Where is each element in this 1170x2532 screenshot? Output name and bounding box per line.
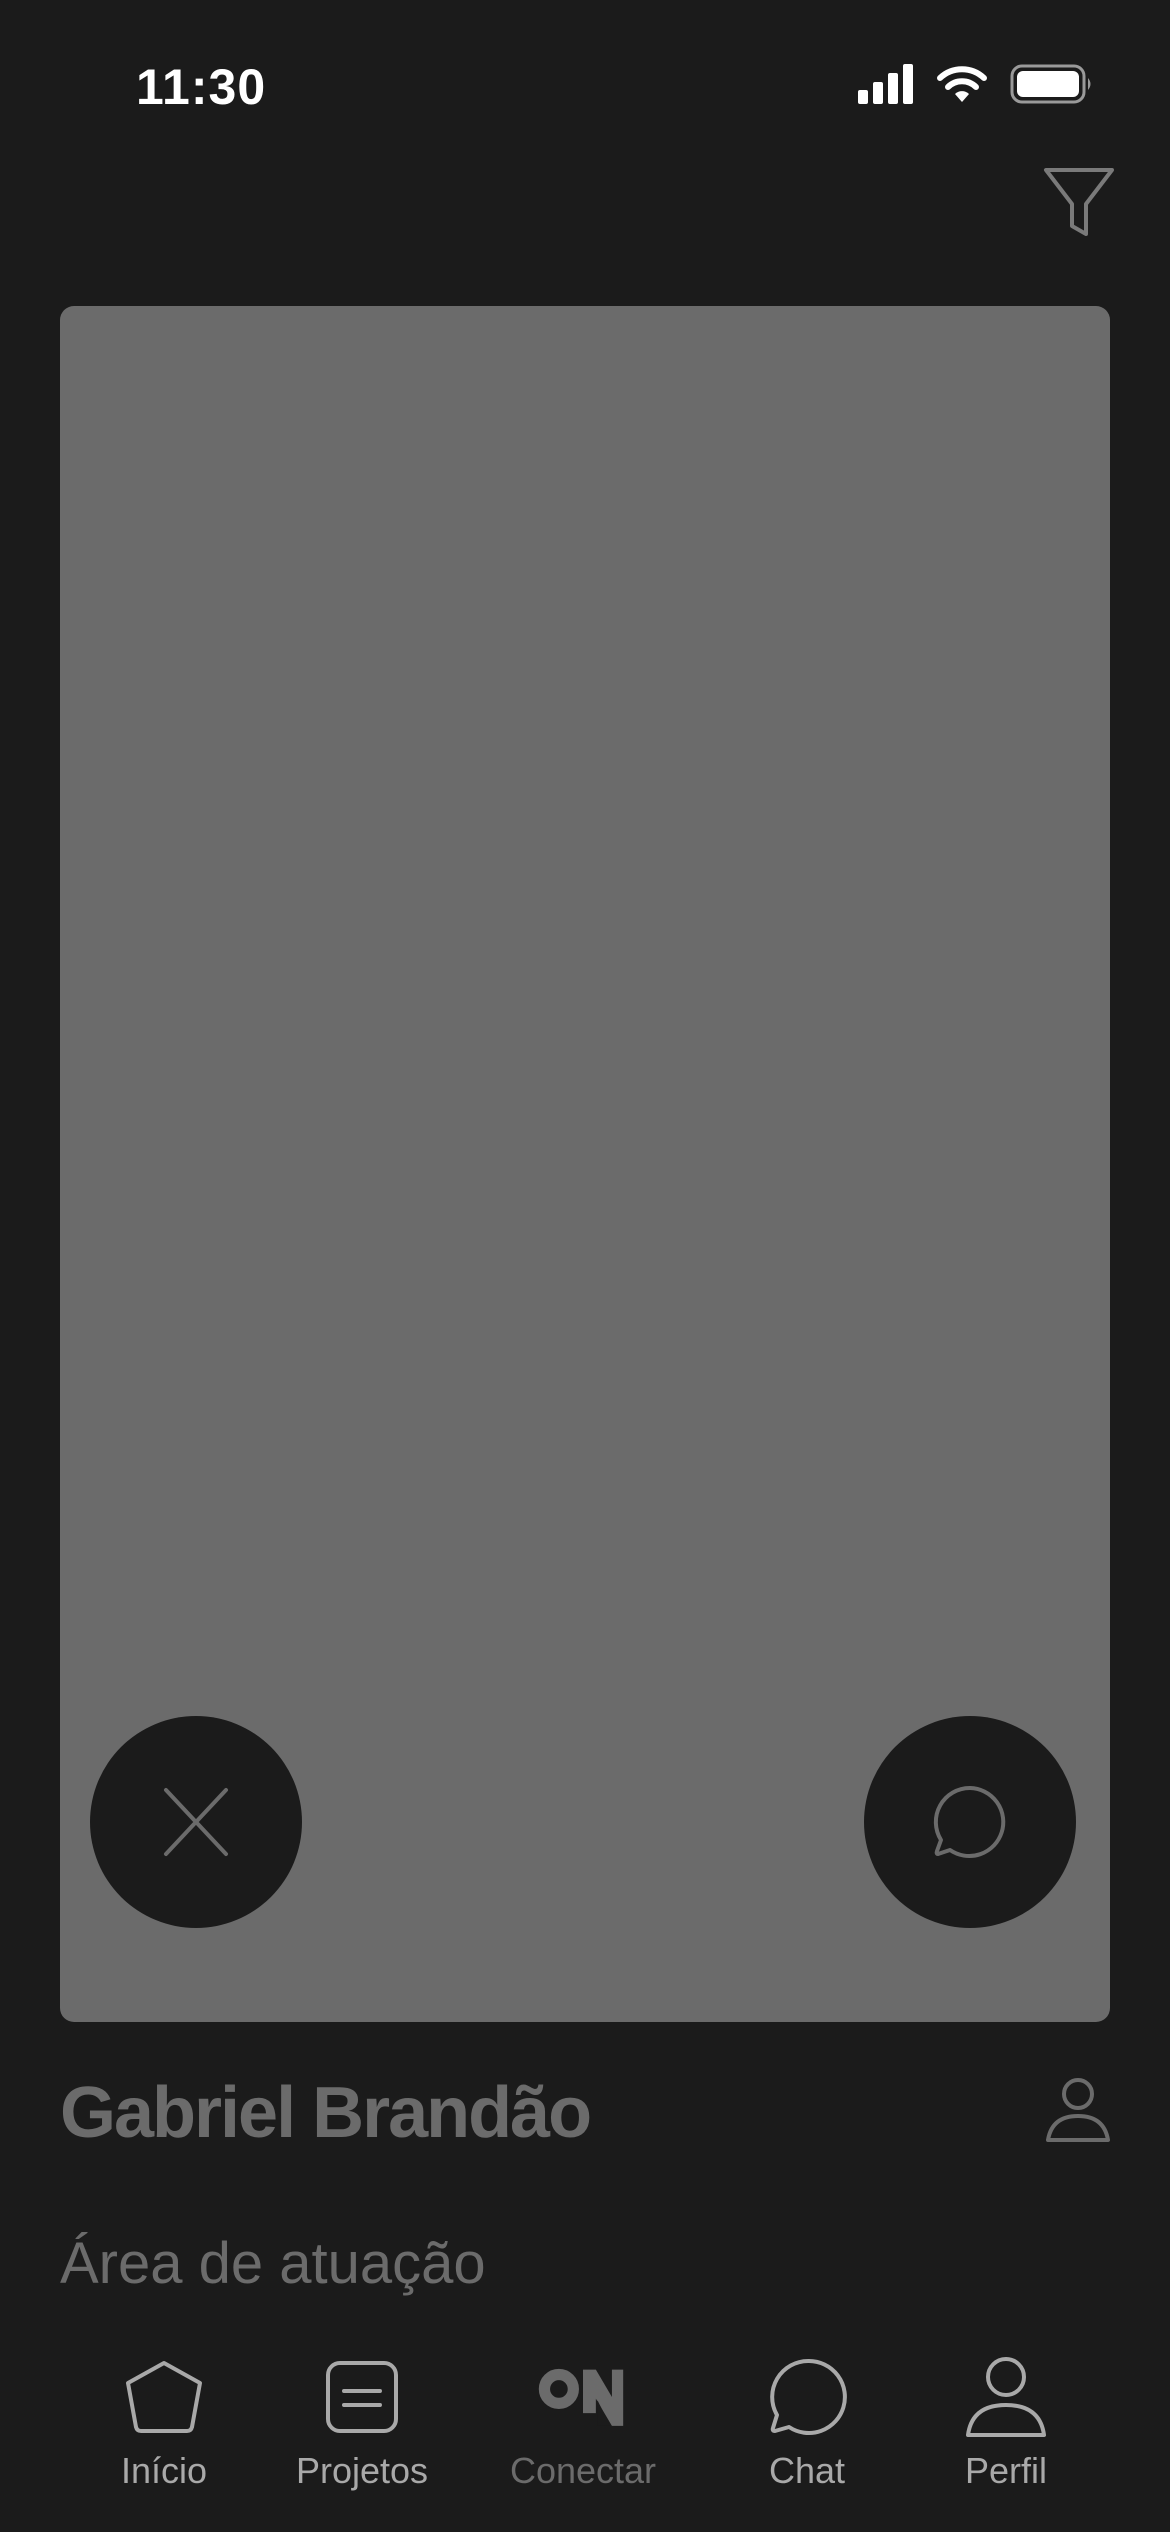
chat-bubble-icon — [933, 1785, 1006, 1858]
tab-label: Início — [120, 2450, 208, 2491]
message-button[interactable] — [864, 1716, 1076, 1928]
on-logo-icon — [538, 2368, 624, 2426]
close-icon — [164, 1788, 228, 1856]
status-bar: 11:30 — [0, 0, 1170, 170]
battery-icon — [1010, 64, 1091, 104]
status-icons — [858, 64, 1094, 104]
bottom-tab-bar: Início Projetos Conectar Chat Perfil — [0, 2340, 1170, 2532]
filter-button[interactable] — [1040, 160, 1120, 240]
tab-perfil[interactable]: Perfil — [916, 2352, 1096, 2512]
tab-label: Chat — [768, 2450, 846, 2491]
tab-inicio[interactable]: Início — [74, 2352, 254, 2512]
profile-name: Gabriel Brandão — [60, 2073, 592, 2153]
tab-conectar[interactable]: Conectar — [493, 2352, 673, 2512]
user-icon — [966, 2357, 1046, 2437]
filter-icon — [1044, 168, 1114, 236]
cellular-signal-icon — [858, 64, 913, 104]
user-icon — [1046, 2078, 1110, 2142]
tab-label: Projetos — [295, 2450, 429, 2491]
reject-button[interactable] — [90, 1716, 302, 1928]
tab-label: Conectar — [509, 2450, 657, 2491]
tab-projetos[interactable]: Projetos — [272, 2352, 452, 2512]
status-time: 11:30 — [136, 59, 267, 115]
home-pentagon-icon — [126, 2361, 202, 2433]
document-list-icon — [326, 2361, 398, 2433]
chat-bubble-icon — [770, 2358, 847, 2435]
wifi-icon — [937, 66, 987, 102]
view-profile-button[interactable] — [1044, 2076, 1112, 2144]
profile-photo-card[interactable] — [60, 306, 1110, 2022]
area-of-expertise-label: Área de atuação — [60, 2231, 486, 2296]
tab-chat[interactable]: Chat — [717, 2352, 897, 2512]
tab-label: Perfil — [964, 2450, 1048, 2491]
